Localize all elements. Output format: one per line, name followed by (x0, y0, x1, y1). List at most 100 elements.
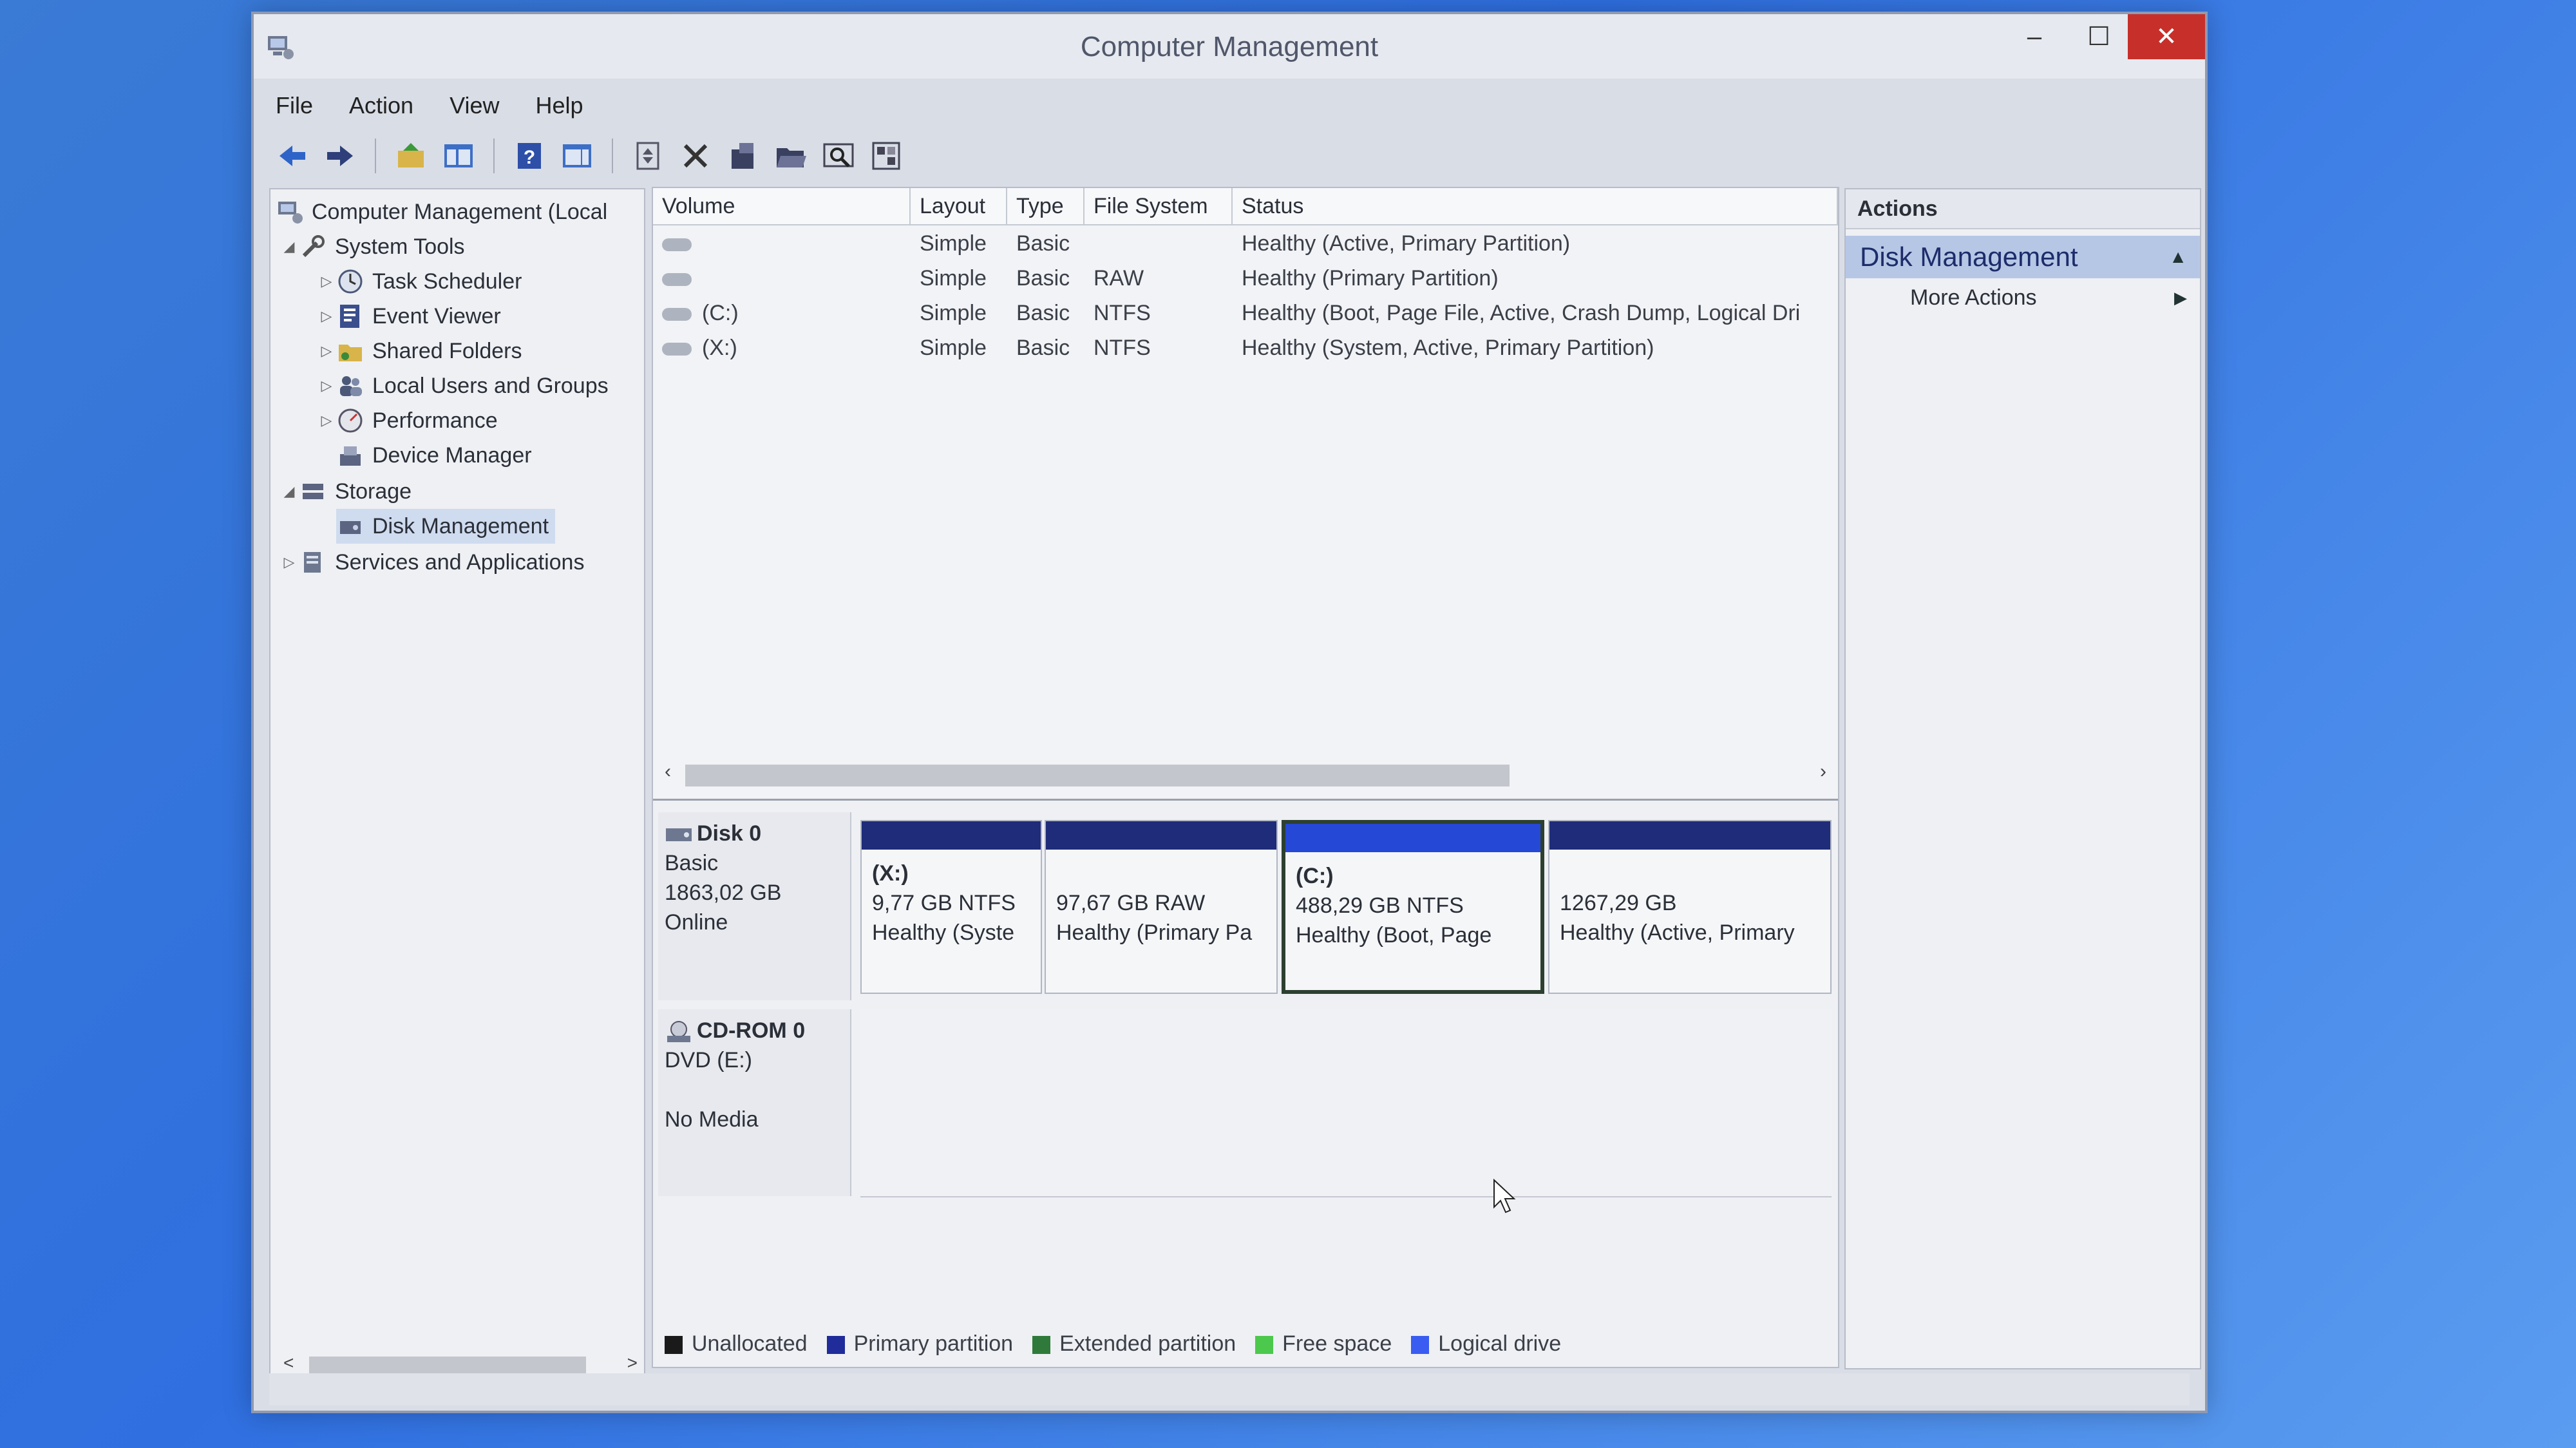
volume-file-system: RAW (1094, 266, 1144, 291)
collapse-arrow-icon[interactable]: ◢ (279, 238, 299, 255)
volume-row[interactable]: (C:) Simple Basic NTFS Healthy (Boot, Pa… (653, 296, 1838, 330)
back-arrow-icon (279, 146, 305, 166)
legend-swatch-free (1255, 1336, 1274, 1355)
show-hide-action-pane-button[interactable] (558, 137, 596, 175)
column-volume[interactable]: Volume (653, 188, 911, 224)
show-hide-tree-button[interactable] (439, 137, 478, 175)
collapse-caret-icon[interactable]: ▲ (2169, 236, 2187, 278)
menu-action[interactable]: Action (346, 92, 416, 119)
volume-file-system: NTFS (1094, 336, 1151, 360)
column-status[interactable]: Status (1233, 188, 1838, 224)
tree-item-shared-folders[interactable]: ▷ Shared Folders (317, 334, 522, 368)
partition-size: 97,67 GB RAW (1056, 891, 1206, 915)
submenu-arrow-icon: ▶ (2174, 288, 2187, 307)
tree-item-computer-management[interactable]: Computer Management (Local (276, 195, 607, 229)
tree-item-event-viewer[interactable]: ▷ Event Viewer (317, 299, 501, 334)
svg-text:?: ? (524, 147, 535, 168)
delete-button[interactable] (676, 137, 715, 175)
legend: Unallocated Primary partition Extended p… (665, 1331, 1561, 1357)
help-button[interactable]: ? (510, 137, 549, 175)
expand-arrow-icon[interactable]: ▷ (317, 308, 336, 325)
scrollbar-thumb[interactable] (685, 765, 1510, 786)
settings-button[interactable] (867, 137, 905, 175)
column-type[interactable]: Type (1007, 188, 1084, 224)
tree-label: Performance (372, 408, 498, 433)
device-manager-icon (340, 446, 361, 466)
shared-folder-icon (339, 345, 362, 361)
partition-status: Healthy (Active, Primary (1560, 920, 1795, 945)
menu-file[interactable]: File (273, 92, 316, 119)
tree-item-storage[interactable]: ◢ Storage (279, 474, 412, 509)
window-title: Computer Management (1080, 31, 1379, 62)
disk-graphical-view: Disk 0 Basic 1863,02 GB Online (X:) 9,77… (653, 799, 1838, 1367)
actions-pane: Actions Disk Management ▲ More Actions ▶ (1844, 188, 2201, 1369)
expand-arrow-icon[interactable]: ▷ (317, 343, 336, 359)
volume-layout: Simple (920, 336, 987, 360)
scroll-left-icon[interactable]: ‹ (665, 761, 671, 783)
storage-icon (303, 484, 323, 499)
up-folder-button[interactable] (392, 137, 430, 175)
delete-x-icon (683, 144, 708, 168)
forward-button[interactable] (321, 137, 359, 175)
tree-item-local-users[interactable]: ▷ Local Users and Groups (317, 368, 609, 403)
expand-arrow-icon[interactable]: ▷ (317, 377, 336, 394)
properties-button[interactable] (724, 137, 762, 175)
volume-icon (662, 343, 692, 356)
close-button[interactable]: ✕ (2128, 14, 2205, 59)
column-file-system[interactable]: File System (1084, 188, 1233, 224)
disk-0-label[interactable]: Disk 0 Basic 1863,02 GB Online (658, 812, 851, 1000)
partition-raw[interactable]: 97,67 GB RAW Healthy (Primary Pa (1045, 820, 1278, 994)
folder-open-icon (777, 148, 806, 167)
partition-active-primary[interactable]: 1267,29 GB Healthy (Active, Primary (1548, 820, 1832, 994)
volume-status: Healthy (Primary Partition) (1242, 266, 1499, 291)
partition-c[interactable]: (C:) 488,29 GB NTFS Healthy (Boot, Page (1282, 820, 1544, 994)
volume-row[interactable]: (X:) Simple Basic NTFS Healthy (System, … (653, 331, 1838, 365)
cdrom-0-label[interactable]: CD-ROM 0 DVD (E:) No Media (658, 1009, 851, 1196)
maximize-button[interactable]: ☐ (2070, 14, 2128, 59)
expand-arrow-icon[interactable]: ▷ (317, 412, 336, 429)
actions-section-disk-management[interactable]: Disk Management ▲ (1846, 236, 2200, 278)
scroll-right-icon[interactable]: > (627, 1353, 638, 1373)
more-actions-item[interactable]: More Actions ▶ (1846, 278, 2200, 317)
collapse-arrow-icon[interactable]: ◢ (279, 483, 299, 500)
tree-item-task-scheduler[interactable]: ▷ Task Scheduler (317, 264, 522, 299)
back-button[interactable] (273, 137, 312, 175)
tree-item-services-and-applications[interactable]: ▷ Services and Applications (279, 545, 585, 580)
volume-row[interactable]: Simple Basic RAW Healthy (Primary Partit… (653, 262, 1838, 295)
volume-type: Basic (1016, 231, 1070, 256)
refresh-button[interactable] (629, 137, 667, 175)
volume-icon (662, 308, 692, 321)
menu-view[interactable]: View (447, 92, 502, 119)
volume-name: (X:) (702, 336, 737, 360)
more-actions-label: More Actions (1910, 285, 2037, 310)
properties-icon (732, 143, 753, 169)
disk-management-pane: Volume Layout Type File System Status Si… (652, 187, 1839, 1368)
volume-list-horizontal-scrollbar[interactable]: ‹ › (659, 758, 1832, 790)
volume-row[interactable]: Simple Basic Healthy (Active, Primary Pa… (653, 227, 1838, 260)
toolbar-separator (612, 138, 613, 173)
performance-gauge-icon (338, 408, 363, 433)
section-label: Disk Management (1860, 242, 2078, 272)
menu-bar: File Action View Help (273, 86, 586, 125)
disk-size: 1863,02 GB (665, 881, 782, 905)
scrollbar-thumb[interactable] (309, 1357, 586, 1373)
legend-label: Extended partition (1059, 1331, 1236, 1356)
tree-item-device-manager[interactable]: Device Manager (336, 438, 532, 473)
expand-arrow-icon[interactable]: ▷ (279, 554, 299, 571)
search-button[interactable] (819, 137, 858, 175)
column-layout[interactable]: Layout (911, 188, 1007, 224)
tree-item-disk-management[interactable]: Disk Management (336, 509, 556, 544)
partition-x[interactable]: (X:) 9,77 GB NTFS Healthy (Syste (860, 820, 1042, 994)
menu-help[interactable]: Help (533, 92, 585, 119)
minimize-button[interactable]: – (2005, 14, 2063, 59)
open-button[interactable] (772, 137, 810, 175)
settings-grid-icon (872, 142, 900, 170)
event-viewer-icon (340, 305, 359, 328)
tree-item-performance[interactable]: ▷ Performance (317, 403, 498, 438)
scroll-right-icon[interactable]: › (1820, 761, 1826, 783)
partition-status: Healthy (Primary Pa (1056, 920, 1253, 945)
tree-item-system-tools[interactable]: ◢ System Tools (279, 229, 465, 264)
scroll-left-icon[interactable]: < (283, 1353, 294, 1373)
expand-arrow-icon[interactable]: ▷ (317, 273, 336, 290)
partition-size: 9,77 GB NTFS (872, 891, 1016, 915)
